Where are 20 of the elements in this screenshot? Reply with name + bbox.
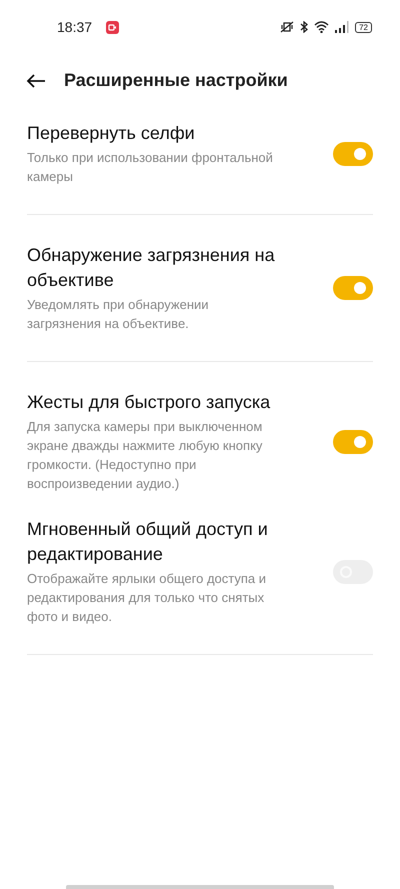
toggle-switch[interactable] <box>333 142 373 166</box>
setting-description: Отображайте ярлыки общего доступа и редактирования для только что снятых фото и видео. <box>27 570 268 626</box>
vibrate-icon <box>280 21 294 33</box>
bluetooth-icon <box>300 21 308 33</box>
setting-description: Для запуска камеры при выключенном экране дважды нажмите любую кнопку громкости. (Недоступно при воспроизведении аудио.) <box>27 418 264 493</box>
setting-title: Жесты для быстрого запуска <box>27 391 272 414</box>
recording-icon <box>106 20 120 34</box>
back-icon[interactable] <box>26 72 46 88</box>
signal-icon <box>335 21 350 33</box>
toggle-switch[interactable] <box>333 430 373 454</box>
wifi-icon <box>314 21 330 33</box>
page-title: Расширенные настройки <box>64 70 288 91</box>
toggle-switch[interactable] <box>333 276 373 300</box>
setting-title: Перевернуть селфи <box>27 122 196 145</box>
setting-description: Только при использовании фронтальной камеры <box>27 149 274 186</box>
battery-indicator: 72 <box>355 22 372 32</box>
setting-title: Мгновенный общий доступ и редактирование <box>27 518 269 566</box>
setting-title: Обнаружение загрязнения на объективе <box>27 244 276 292</box>
status-time: 18:37 <box>57 19 92 35</box>
setting-description: Уведомлять при обнаружении загрязнения на объективе. <box>27 296 210 333</box>
